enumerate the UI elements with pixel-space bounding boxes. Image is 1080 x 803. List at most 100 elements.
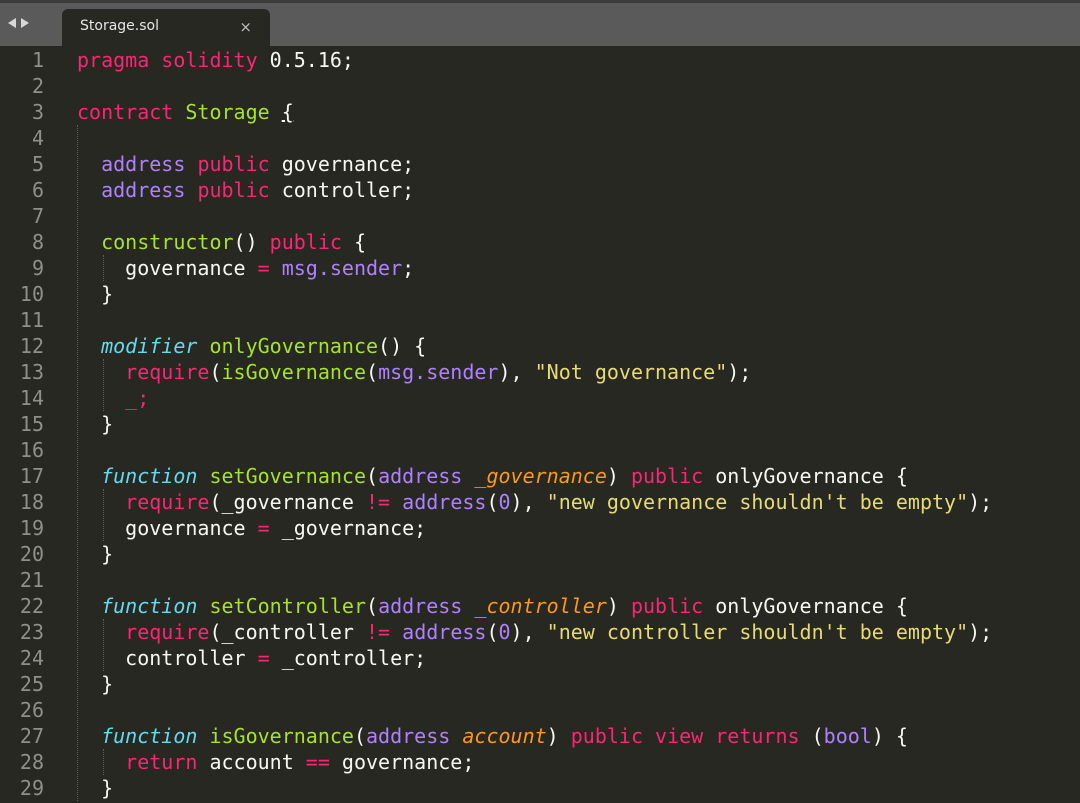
code-line[interactable]: } (77, 541, 113, 567)
line-number: 18 (19, 490, 44, 514)
line-number: 16 (19, 438, 44, 462)
function-name-token: isGovernance (209, 724, 354, 748)
chevron-right-icon[interactable] (21, 18, 29, 28)
code-editor[interactable]: 1 2 3 4 5 6 7 8 9 10 11 12 13 14 15 16 17 18 19 20 21 22 23 24 2… (0, 46, 1080, 803)
text-token: ( (486, 620, 499, 644)
code-line[interactable]: controller = _controller; (77, 645, 426, 671)
text-token: ( (486, 490, 499, 514)
line-number: 7 (31, 204, 44, 228)
line-number: 13 (19, 360, 44, 384)
line-number: 15 (19, 412, 44, 436)
code-line[interactable]: } (77, 671, 113, 697)
function-name-token: isGovernance (221, 360, 367, 384)
code-line[interactable]: contract Storage { (77, 99, 294, 125)
text-token: ; (402, 256, 415, 280)
text-token: governance; (269, 152, 415, 176)
code-line[interactable]: function setGovernance(address _governan… (77, 463, 908, 489)
line-number: 11 (19, 308, 44, 332)
function-name-token: setGovernance (209, 464, 367, 488)
code-line[interactable]: _; (77, 385, 149, 411)
line-number-gutter: 1 2 3 4 5 6 7 8 9 10 11 12 13 14 15 16 17 18 19 20 21 22 23 24 2… (0, 46, 56, 803)
code-line[interactable]: require(isGovernance(msg.sender), "Not g… (77, 359, 751, 385)
indent-guide (103, 255, 105, 281)
indent-guide (103, 749, 105, 775)
code-line[interactable]: governance = _governance; (77, 515, 426, 541)
keyword-token: solidity (161, 48, 258, 72)
keyword-token: return (125, 750, 198, 774)
text-token: (_controller (209, 620, 367, 644)
type-token: address (378, 464, 463, 488)
text-token: _governance; (269, 516, 427, 540)
parameter-token: account (462, 724, 547, 748)
text-token: } (77, 672, 114, 696)
parameter-token: _governance (474, 464, 607, 488)
text-token: ( (799, 724, 824, 748)
code-line[interactable]: require(_governance != address(0), "new … (77, 489, 992, 515)
number-token: 0 (498, 620, 511, 644)
text-token: () { (378, 334, 427, 358)
code-line[interactable]: function setController(address _controll… (77, 593, 908, 619)
code-line[interactable]: governance = msg.sender; (77, 255, 414, 281)
tab-storage-sol[interactable]: Storage.sol × (62, 9, 270, 49)
code-line[interactable]: address public controller; (77, 177, 414, 203)
line-number: 28 (19, 750, 44, 774)
string-token: "new controller shouldn't be empty" (546, 620, 969, 644)
code-line[interactable]: address public governance; (77, 151, 414, 177)
text-token: _controller; (269, 646, 427, 670)
text-token: ); (968, 490, 993, 514)
tab-navigation (8, 13, 29, 33)
indent-guide (103, 359, 105, 411)
text-token: ) (606, 464, 631, 488)
storage-token: modifier (101, 334, 198, 358)
line-number: 25 (19, 672, 44, 696)
keyword-token: require (125, 620, 210, 644)
type-token: address (101, 178, 186, 202)
line-number: 10 (19, 282, 44, 306)
line-number: 22 (19, 594, 44, 618)
code-line[interactable]: return account == governance; (77, 749, 474, 775)
keyword-token: returns (715, 724, 800, 748)
text-token: ( (366, 594, 379, 618)
line-number: 19 (19, 516, 44, 540)
close-icon[interactable]: × (239, 20, 252, 35)
text-token: } (77, 776, 114, 800)
keyword-token: public (197, 178, 270, 202)
text-token: } (77, 542, 114, 566)
code-line[interactable]: } (77, 411, 113, 437)
string-token: "Not governance" (534, 360, 728, 384)
text-token: ( (366, 360, 379, 384)
text-token: { (341, 230, 367, 254)
code-line[interactable]: require(_controller != address(0), "new … (77, 619, 992, 645)
keyword-token: contract (77, 100, 174, 124)
code-line[interactable]: } (77, 281, 113, 307)
editor-window: Storage.sol × 1 2 3 4 5 6 7 8 9 10 11 12 13 14 15 16 17 1… (0, 0, 1080, 803)
storage-token: function (101, 724, 198, 748)
type-token: bool (823, 724, 872, 748)
code-area[interactable]: pragma solidity 0.5.16; contract Storage … (77, 46, 1080, 803)
keyword-token: = (257, 256, 270, 280)
code-line[interactable]: pragma solidity 0.5.16; (77, 47, 354, 73)
code-line[interactable]: } (77, 775, 113, 801)
code-line[interactable]: constructor() public { (77, 229, 366, 255)
keyword-token: public (630, 594, 704, 618)
text-token: ( (353, 724, 367, 748)
code-line[interactable]: function isGovernance(address account) p… (77, 723, 908, 749)
type-token: msg.sender (281, 256, 403, 280)
chevron-left-icon[interactable] (8, 18, 16, 28)
code-line[interactable]: modifier onlyGovernance() { (77, 333, 426, 359)
text-token: account (197, 750, 306, 774)
line-number: 1 (31, 48, 44, 72)
